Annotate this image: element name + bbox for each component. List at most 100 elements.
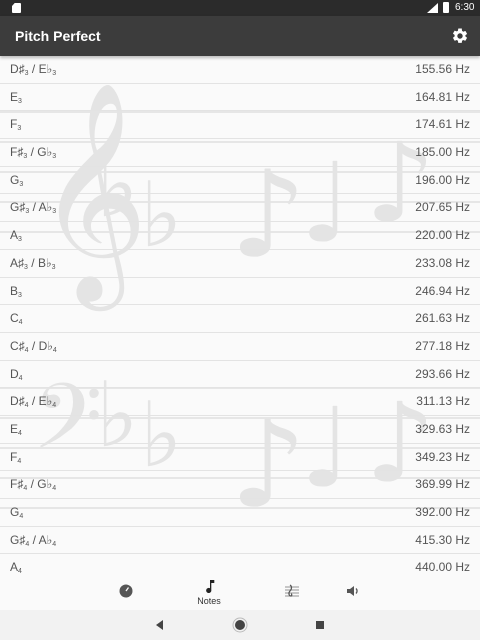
note-alt-letter: A♭	[38, 200, 53, 215]
note-row[interactable]: G4 392.00 Hz	[0, 499, 480, 527]
note-name: A4	[10, 560, 22, 575]
note-name: F3	[10, 117, 21, 132]
note-letter: B	[10, 283, 19, 298]
note-letter: F♯	[10, 477, 24, 492]
note-letter: A♯	[10, 255, 25, 270]
note-letter: D	[10, 366, 19, 381]
note-frequency: 155.56 Hz	[415, 62, 470, 76]
nav-notes-label: Notes	[197, 596, 221, 606]
note-row[interactable]: B3 246.94 Hz	[0, 278, 480, 306]
app-title: Pitch Perfect	[15, 28, 101, 44]
note-letter: D♯	[10, 62, 25, 76]
note-separator: /	[28, 338, 39, 353]
note-separator: /	[27, 255, 38, 270]
note-row[interactable]: C♯4 / D♭4 277.18 Hz	[0, 333, 480, 361]
note-frequency: 185.00 Hz	[415, 145, 470, 160]
note-frequency: 440.00 Hz	[415, 560, 470, 575]
status-bar: 6:30	[0, 0, 480, 16]
note-row[interactable]: D♯4 / E♭4 311.13 Hz	[0, 388, 480, 416]
note-row[interactable]: G♯3 / A♭3 207.65 Hz	[0, 194, 480, 223]
note-name: G♯3 / A♭3	[10, 200, 56, 215]
note-octave: 4	[18, 568, 22, 576]
clock: 6:30	[455, 2, 475, 13]
note-separator: /	[27, 477, 38, 492]
note-row[interactable]: E3 164.81 Hz	[0, 84, 480, 112]
app-bar: Pitch Perfect	[0, 16, 480, 56]
nav-notes[interactable]: Notes	[179, 576, 239, 610]
note-frequency: 246.94 Hz	[415, 283, 470, 298]
note-octave: 4	[18, 319, 23, 327]
music-note-icon	[206, 580, 215, 593]
note-frequency: 349.23 Hz	[415, 449, 470, 464]
notes-content[interactable]: 𝄞 ♭ ♭ ♪ ♩ ♪ 𝄢 ♭ ♭ ♪ ♩ ♪ D♯3 / E♭3 155.56 …	[0, 56, 480, 584]
note-octave: 3	[18, 236, 22, 244]
note-letter: E	[10, 421, 19, 436]
note-alt-octave: 3	[52, 153, 57, 161]
note-row[interactable]: F3 174.61 Hz	[0, 111, 480, 140]
note-letter: C	[10, 311, 19, 326]
note-separator: /	[29, 200, 39, 215]
note-row[interactable]: F♯3 / G♭3 185.00 Hz	[0, 139, 480, 167]
speaker-icon	[347, 586, 358, 596]
note-frequency: 415.30 Hz	[415, 532, 470, 547]
note-name: G♯4 / A♭4	[10, 533, 56, 548]
note-separator: /	[29, 532, 39, 547]
note-octave: 3	[18, 97, 22, 105]
nav-sheet-music[interactable]	[262, 576, 322, 610]
note-octave: 3	[17, 125, 22, 133]
note-alt-octave: 4	[52, 540, 57, 548]
note-letter: G♯	[10, 200, 26, 215]
tuner-dial-icon	[119, 584, 133, 598]
note-alt-octave: 3	[51, 263, 56, 271]
nav-playback[interactable]	[323, 576, 383, 610]
note-letter: A	[10, 560, 19, 575]
note-name: C♯4 / D♭4	[10, 339, 57, 354]
note-name: A♯3 / B♭3	[10, 256, 56, 271]
note-row[interactable]: D♯3 / E♭3 155.56 Hz	[0, 56, 480, 84]
note-alt-letter: D♭	[38, 338, 53, 353]
note-name: F♯3 / G♭3	[10, 145, 56, 160]
note-frequency: 392.00 Hz	[415, 505, 470, 519]
note-frequency: 369.99 Hz	[415, 477, 470, 492]
home-circle-icon[interactable]	[232, 617, 248, 633]
note-frequency: 233.08 Hz	[415, 255, 470, 270]
note-octave: 4	[17, 457, 22, 465]
note-row[interactable]: C4 261.63 Hz	[0, 305, 480, 333]
note-name: G3	[10, 173, 23, 188]
note-octave: 4	[19, 513, 24, 520]
note-alt-octave: 3	[52, 70, 57, 77]
gear-icon[interactable]	[451, 27, 469, 45]
recents-square-icon[interactable]	[312, 617, 328, 633]
note-row[interactable]: D4 293.66 Hz	[0, 361, 480, 389]
note-row[interactable]: A♯3 / B♭3 233.08 Hz	[0, 250, 480, 278]
nav-tuner[interactable]	[96, 576, 156, 610]
note-alt-octave: 4	[52, 485, 57, 493]
back-triangle-icon[interactable]	[152, 617, 168, 633]
bottom-nav: Notes	[0, 576, 480, 610]
note-row[interactable]: G3 196.00 Hz	[0, 167, 480, 195]
sd-card-icon	[12, 3, 21, 13]
note-row[interactable]: E4 329.63 Hz	[0, 416, 480, 444]
note-frequency: 277.18 Hz	[415, 338, 470, 353]
note-letter: G	[10, 505, 20, 519]
note-row[interactable]: F4 349.23 Hz	[0, 444, 480, 472]
note-name: F4	[10, 450, 21, 465]
note-separator: /	[28, 394, 39, 409]
note-name: B3	[10, 284, 22, 299]
note-list: D♯3 / E♭3 155.56 Hz E3 164.81 Hz F3 174.61 Hz…	[0, 56, 480, 583]
sheet-music-icon	[285, 584, 299, 597]
note-frequency: 293.66 Hz	[415, 366, 470, 381]
note-row[interactable]: A3 220.00 Hz	[0, 222, 480, 250]
note-name: E3	[10, 90, 22, 105]
note-name: D4	[10, 367, 23, 382]
note-separator: /	[27, 145, 38, 160]
note-name: D♯3 / E♭3	[10, 62, 56, 77]
note-row[interactable]: F♯4 / G♭4 369.99 Hz	[0, 471, 480, 499]
note-frequency: 311.13 Hz	[416, 394, 470, 409]
note-row[interactable]: G♯4 / A♭4 415.30 Hz	[0, 527, 480, 555]
note-name: G4	[10, 505, 23, 520]
note-frequency: 196.00 Hz	[415, 172, 470, 187]
note-letter: C♯	[10, 338, 25, 353]
note-frequency: 220.00 Hz	[415, 228, 470, 243]
note-alt-letter: A♭	[38, 532, 53, 547]
